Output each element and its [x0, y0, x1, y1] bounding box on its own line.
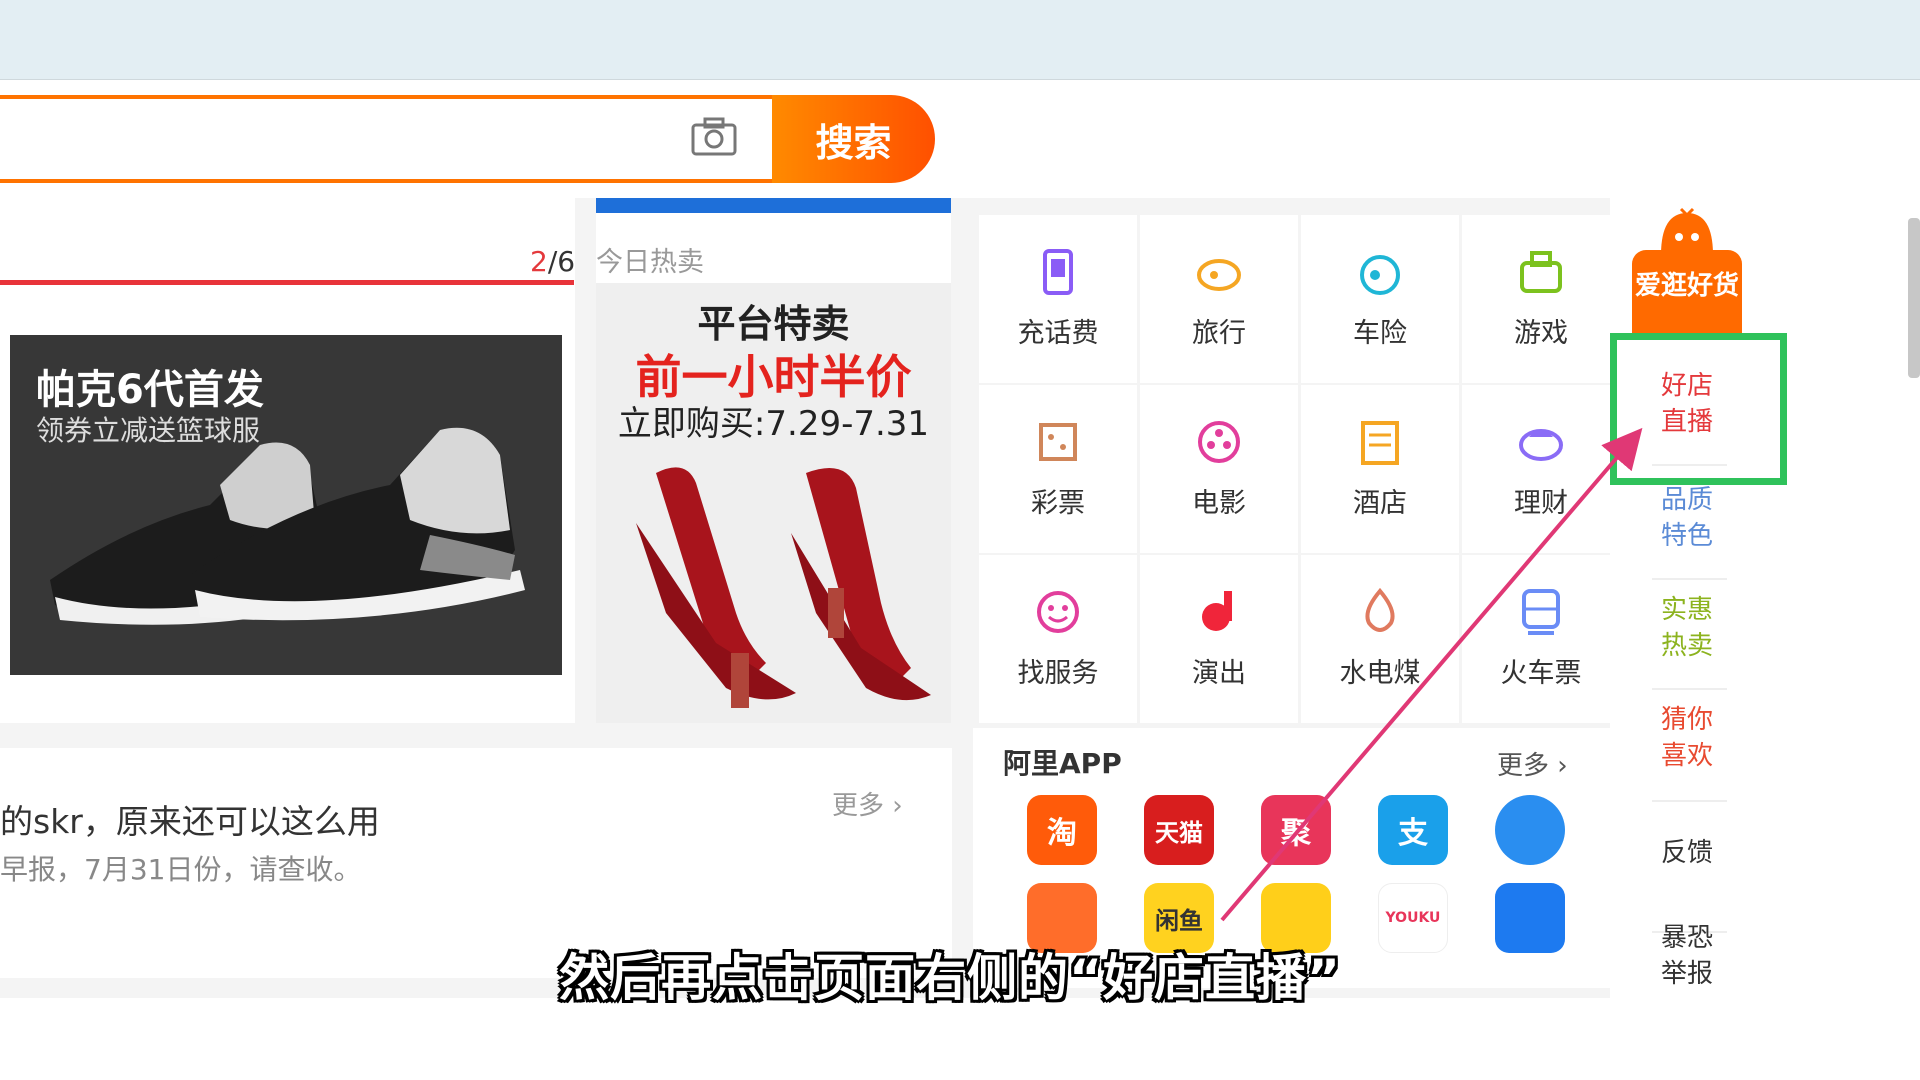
annotation-arrow: [1220, 427, 1643, 922]
video-subtitle: 然后再点击页面右侧的“好店直播”: [559, 949, 1341, 1007]
